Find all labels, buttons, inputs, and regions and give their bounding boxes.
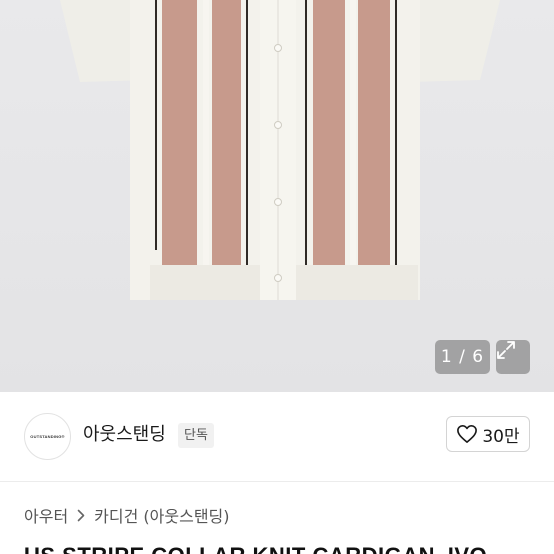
product-title: US STRIPE COLLAR KNIT CARDIGAN_IVO <box>24 543 487 554</box>
cardigan-illustration <box>60 0 500 300</box>
seller-logo-text: OUTSTANDING® <box>30 434 65 439</box>
product-image[interactable]: 1 / 6 <box>0 0 554 392</box>
expand-icon <box>497 341 515 359</box>
like-button[interactable]: 30만 <box>446 416 530 452</box>
seller-row: OUTSTANDING® 아웃스탠딩 단독 30만 <box>0 392 554 482</box>
breadcrumb-subcategory[interactable]: 카디건 (아웃스탠딩) <box>94 503 229 527</box>
like-count: 30만 <box>482 426 520 447</box>
seller-name[interactable]: 아웃스탠딩 <box>83 423 166 447</box>
exclusive-badge: 단독 <box>178 423 214 448</box>
breadcrumb: 아우터 카디건 (아웃스탠딩) <box>24 503 230 527</box>
expand-button[interactable] <box>496 340 530 374</box>
seller-avatar[interactable]: OUTSTANDING® <box>24 413 71 460</box>
image-counter: 1 / 6 <box>435 340 490 374</box>
chevron-right-icon <box>77 509 85 522</box>
heart-icon <box>457 425 478 443</box>
breadcrumb-category[interactable]: 아우터 <box>24 503 68 527</box>
